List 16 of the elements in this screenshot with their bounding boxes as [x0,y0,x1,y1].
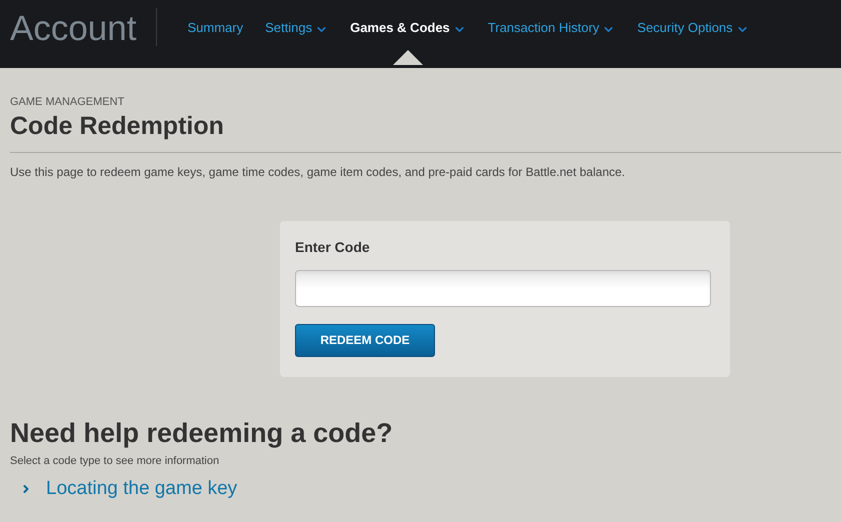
nav-tab[interactable]: Games & Codes [350,18,466,38]
page-title: Code Redemption [10,110,225,142]
account-title: Account [10,10,138,46]
code-input-field[interactable] [295,270,711,307]
breadcrumb: GAME MANAGEMENT [10,95,126,110]
redeem-code-button[interactable]: REDEEM CODE [295,324,435,357]
enter-code-label: Enter Code [295,238,371,257]
help-subtitle: Select a code type to see more information [10,454,220,468]
active-pointer [392,50,423,66]
nav-tab[interactable]: Transaction History [488,18,616,38]
nav-tab[interactable]: Security Options [637,18,749,38]
nav-tab[interactable]: Summary [187,18,244,38]
page-description: Use this page to redeem game keys, game time codes, game item codes, and pre-paid cards for Battle.net balance. [9,164,626,181]
nav-tab[interactable]: Settings [265,18,328,38]
help-heading: Need help redeeming a code? [10,416,394,450]
help-link[interactable]: Locating the game key [46,475,238,504]
